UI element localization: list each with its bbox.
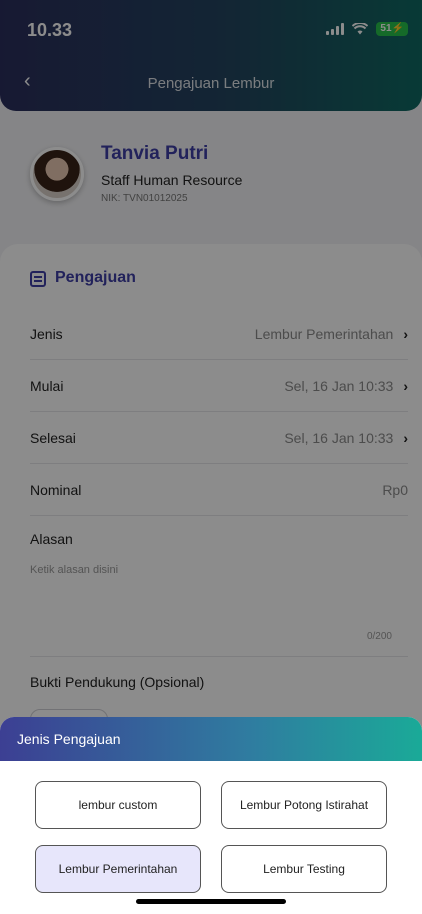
option-lembur-pemerintahan[interactable]: Lembur Pemerintahan [35, 845, 201, 893]
option-lembur-testing[interactable]: Lembur Testing [221, 845, 387, 893]
option-lembur-custom[interactable]: lembur custom [35, 781, 201, 829]
sheet-title: Jenis Pengajuan [0, 717, 422, 761]
request-type-sheet: Jenis Pengajuan lembur custom Lembur Pot… [0, 717, 422, 914]
option-lembur-potong-istirahat[interactable]: Lembur Potong Istirahat [221, 781, 387, 829]
home-indicator [136, 899, 286, 904]
